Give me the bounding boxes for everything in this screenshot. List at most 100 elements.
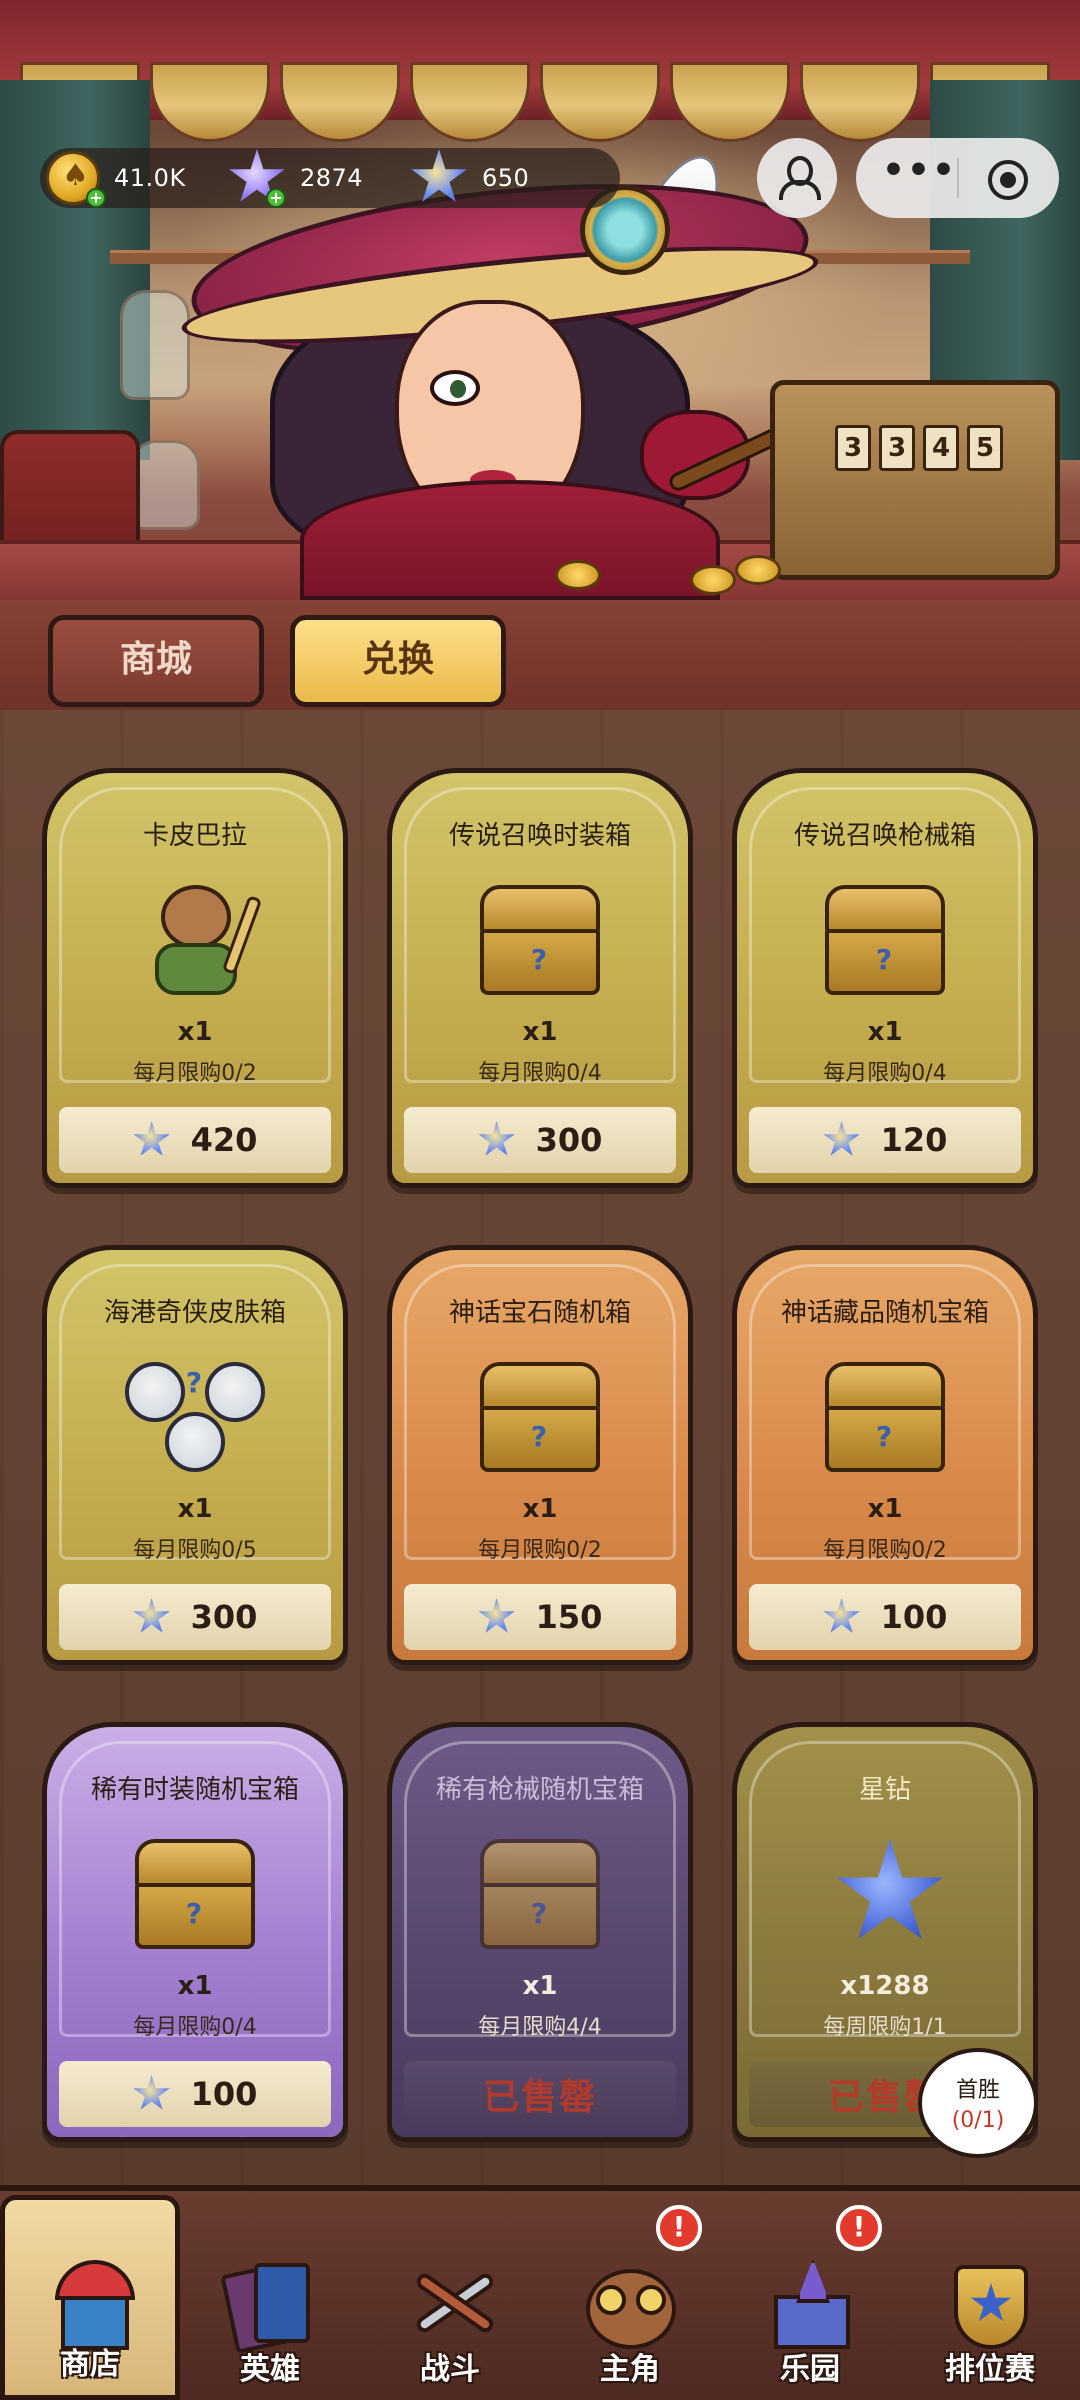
nav-label: 乐园 <box>780 2352 840 2387</box>
skin-bubbles-icon: ? <box>125 1362 265 1472</box>
more-icon[interactable]: ••• <box>882 153 955 189</box>
blue-star-icon <box>478 1598 515 1633</box>
chest-lid <box>480 1362 600 1410</box>
shop-item-card[interactable]: 神话宝石随机箱 ? x1 每月限购0/2 150 <box>387 1245 693 1665</box>
purchase-limit: 每月限购0/2 <box>823 1538 947 1563</box>
star-diamond-icon <box>825 1839 945 1949</box>
price-button[interactable]: 300 <box>404 1107 676 1173</box>
item-title: 稀有时装随机宝箱 <box>90 1775 299 1805</box>
shop-item-card[interactable]: 海港奇侠皮肤箱 ? x1 每月限购0/5 300 <box>42 1245 348 1665</box>
alert-badge-icon: ! <box>836 2205 882 2251</box>
rank-shield-icon <box>940 2255 1040 2355</box>
nav-protagonist[interactable]: ! 主角 <box>540 2195 720 2400</box>
nav-heroes[interactable]: 英雄 <box>180 2195 360 2400</box>
chest-lid <box>480 1839 600 1887</box>
purple-star-resource[interactable]: + 2874 <box>228 148 363 208</box>
sold-out-label: 已售罄 <box>404 2061 676 2127</box>
item-title: 卡皮巴拉 <box>142 821 247 851</box>
price-button[interactable]: 300 <box>59 1584 331 1650</box>
purchase-limit: 每月限购4/4 <box>478 2015 602 2040</box>
blue-star-amount: 650 <box>482 164 530 192</box>
price-amount: 120 <box>880 1121 948 1159</box>
question-mark-icon: ? <box>875 1420 893 1453</box>
item-title: 传说召唤枪械箱 <box>793 821 976 851</box>
item-quantity: x1 <box>522 1017 558 1047</box>
price-amount: 300 <box>535 1121 603 1159</box>
question-mark-icon: ? <box>185 1897 203 1930</box>
shop-item-card[interactable]: 卡皮巴拉 x1 每月限购0/2 420 <box>42 768 348 1188</box>
gold-resource[interactable]: + 41.0K <box>46 148 186 208</box>
shop-item-card[interactable]: 神话藏品随机宝箱 ? x1 每月限购0/2 100 <box>732 1245 1038 1665</box>
person-icon <box>779 156 821 200</box>
blue-star-icon <box>823 1598 860 1633</box>
alert-badge-icon: ! <box>656 2205 702 2251</box>
nav-battle[interactable]: 战斗 <box>360 2195 540 2400</box>
shopkeeper-banner: 3 3 4 5 <box>0 0 1080 620</box>
nav-label: 战斗 <box>420 2352 480 2387</box>
nav-ranked[interactable]: 排位赛 <box>900 2195 1080 2400</box>
digit: 4 <box>923 425 959 471</box>
nav-park[interactable]: ! 乐园 <box>720 2195 900 2400</box>
shop-item-card[interactable]: 传说召唤枪械箱 ? x1 每月限购0/4 120 <box>732 768 1038 1188</box>
add-gold-icon[interactable]: + <box>86 188 106 208</box>
price-button[interactable]: 420 <box>59 1107 331 1173</box>
first-win-label: 首胜 <box>955 2078 1000 2103</box>
castle-icon <box>760 2255 860 2355</box>
digit: 3 <box>879 425 915 471</box>
chest-lid <box>480 885 600 933</box>
candy-jar <box>130 440 200 530</box>
skin-bubble <box>165 1412 225 1472</box>
blue-star-icon <box>823 1121 860 1156</box>
blue-star-icon <box>478 1121 515 1156</box>
add-purple-star-icon[interactable]: + <box>266 188 286 208</box>
item-quantity: x1 <box>867 1494 903 1524</box>
item-quantity: x1 <box>177 1494 213 1524</box>
purchase-limit: 每月限购0/2 <box>133 1061 257 1086</box>
curtain-scallop <box>150 62 270 142</box>
question-mark-icon: ? <box>530 1897 548 1930</box>
owl-icon <box>580 2255 680 2355</box>
blue-star-icon <box>133 1598 170 1633</box>
purchase-limit: 每月限购0/4 <box>823 1061 947 1086</box>
treasure-chest-icon: ? <box>480 885 600 995</box>
price-button[interactable]: 150 <box>404 1584 676 1650</box>
blue-star-icon <box>133 2075 170 2110</box>
price-button[interactable]: 120 <box>749 1107 1021 1173</box>
skin-bubble <box>125 1362 185 1422</box>
treasure-chest-icon: ? <box>480 1362 600 1472</box>
curtain-scallop <box>670 62 790 142</box>
item-quantity: x1288 <box>840 1971 930 2001</box>
shop-item-card[interactable]: 稀有时装随机宝箱 ? x1 每月限购0/4 100 <box>42 1722 348 2142</box>
jar <box>120 290 190 400</box>
blue-star-resource: 650 <box>410 148 529 208</box>
digit: 3 <box>835 425 871 471</box>
close-target-icon[interactable] <box>988 160 1028 200</box>
purple-star-amount: 2874 <box>300 164 364 192</box>
nav-shop[interactable]: 商店 <box>0 2195 180 2400</box>
price-amount: 100 <box>190 2075 258 2113</box>
purchase-limit: 每月限购0/2 <box>478 1538 602 1563</box>
curtain-left <box>0 80 150 460</box>
skin-bubble <box>205 1362 265 1422</box>
price-button[interactable]: 100 <box>59 2061 331 2127</box>
item-title: 星钻 <box>858 1775 911 1805</box>
purchase-limit: 每月限购0/4 <box>478 1061 602 1086</box>
chest-lid <box>825 885 945 933</box>
first-win-bubble[interactable]: 首胜 (0/1) <box>918 2048 1038 2158</box>
sold-out-text: 已售罄 <box>482 2077 597 2118</box>
item-title: 神话藏品随机宝箱 <box>780 1298 989 1328</box>
question-mark-icon: ? <box>530 943 548 976</box>
tab-mall[interactable]: 商城 <box>48 615 264 707</box>
capsule-divider <box>957 158 959 198</box>
item-title: 稀有枪械随机宝箱 <box>435 1775 644 1805</box>
item-quantity: x1 <box>867 1017 903 1047</box>
battle-swords-icon <box>400 2255 500 2355</box>
purchase-limit: 每周限购1/1 <box>823 2015 947 2040</box>
shop-item-card[interactable]: 传说召唤时装箱 ? x1 每月限购0/4 300 <box>387 768 693 1188</box>
nav-label: 主角 <box>600 2352 660 2387</box>
price-button[interactable]: 100 <box>749 1584 1021 1650</box>
counter-machine: 3 3 4 5 <box>770 380 1060 580</box>
item-quantity: x1 <box>522 1494 558 1524</box>
character-dress <box>300 480 720 600</box>
tab-exchange[interactable]: 兑换 <box>290 615 506 707</box>
